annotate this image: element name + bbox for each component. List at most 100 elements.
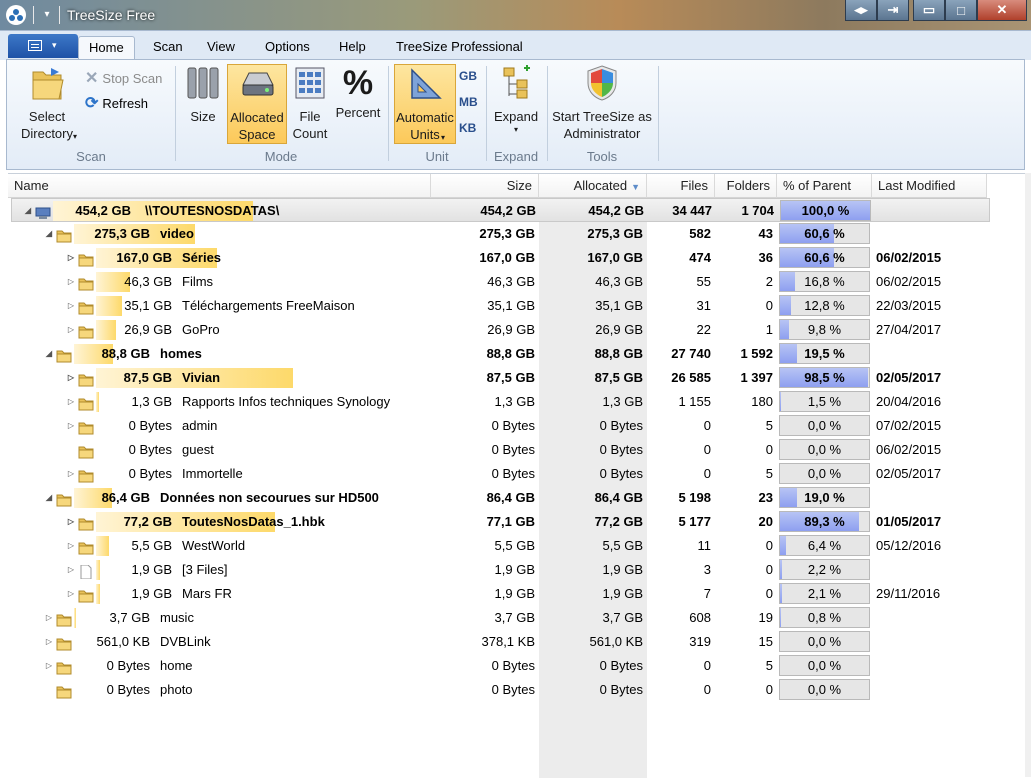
restore-layout-button[interactable]: ◂▸ xyxy=(845,0,877,21)
expand-triangle-icon[interactable]: ▷ xyxy=(66,462,76,486)
column-header-name[interactable]: Name xyxy=(8,174,431,198)
tab-options[interactable]: Options xyxy=(255,36,320,61)
file-menu-button[interactable]: ▾ xyxy=(8,34,78,58)
tree-row[interactable]: ▷ 561,0 KB DVBLink 378,1 KB 561,0 KB 319 15 0,0… xyxy=(8,630,1031,654)
expand-triangle-icon[interactable]: ▷ xyxy=(66,246,76,270)
collapse-triangle-icon[interactable]: ◢ xyxy=(23,199,33,223)
kb-unit-button[interactable]: KB xyxy=(459,121,476,135)
tree-row[interactable]: ▷ 1,9 GB Mars FR 1,9 GB 1,9 GB 7 0 2,1 % 29/11/2… xyxy=(8,582,1031,606)
tree-row[interactable]: 0 Bytes guest 0 Bytes 0 Bytes 0 0 0,0 % 06/02/2… xyxy=(8,438,1031,462)
row-size-label: 0 Bytes xyxy=(128,466,172,481)
select-directory-button[interactable]: Select Directory ▾ xyxy=(11,64,83,146)
expand-triangle-icon[interactable]: ▷ xyxy=(66,510,76,534)
size-mode-button[interactable]: Size xyxy=(181,64,225,146)
row-last-modified: 20/04/2016 xyxy=(876,394,942,409)
expand-triangle-icon[interactable]: ▷ xyxy=(66,366,76,390)
row-name: home xyxy=(160,658,193,673)
vertical-scrollbar[interactable] xyxy=(1025,173,1031,777)
tree-row[interactable]: ◢ 86,4 GB Données non secourues sur HD500 8… xyxy=(8,486,1031,510)
expand-triangle-icon[interactable]: ▷ xyxy=(66,390,76,414)
row-files: 0 xyxy=(703,418,711,433)
gb-unit-button[interactable]: GB xyxy=(459,69,477,83)
allocated-space-label: Allocated Space xyxy=(230,110,284,142)
row-size: 46,3 GB xyxy=(487,274,535,289)
column-header-folders[interactable]: Folders xyxy=(715,174,777,198)
tree-row[interactable]: ▷ 0 Bytes home 0 Bytes 0 Bytes 0 5 0,0 % xyxy=(8,654,1031,678)
tab-help[interactable]: Help xyxy=(329,36,376,61)
allocated-space-mode-button[interactable]: Allocated Space xyxy=(227,64,287,144)
row-folders: 0 xyxy=(765,682,773,697)
tree-row[interactable]: ▷ 5,5 GB WestWorld 5,5 GB 5,5 GB 11 0 6,4 % 05/1… xyxy=(8,534,1031,558)
collapse-triangle-icon[interactable]: ◢ xyxy=(44,342,54,366)
tree-row[interactable]: ▷ 167,0 GB Séries 167,0 GB 167,0 GB 474 36 60,6… xyxy=(8,246,1031,270)
maximize-button[interactable]: □ xyxy=(945,0,977,21)
folder-icon xyxy=(78,443,94,459)
row-folders: 0 xyxy=(765,586,773,601)
close-button[interactable]: ✕ xyxy=(977,0,1027,21)
expand-triangle-icon[interactable]: ▷ xyxy=(66,534,76,558)
quick-access-menu-icon[interactable]: ▾ xyxy=(40,6,54,24)
tab-scan[interactable]: Scan xyxy=(143,36,193,61)
tree-row[interactable]: ▷ 3,7 GB music 3,7 GB 3,7 GB 608 19 0,8 % xyxy=(8,606,1031,630)
tree-row[interactable]: ▷ 77,2 GB ToutesNosDatas_1.hbk 77,1 GB 77,2 … xyxy=(8,510,1031,534)
column-header-last-modified[interactable]: Last Modified xyxy=(872,174,987,198)
tab-treesize-professional[interactable]: TreeSize Professional xyxy=(386,36,533,61)
tree-row[interactable]: ▷ 0 Bytes admin 0 Bytes 0 Bytes 0 5 0,0 % 07/02/… xyxy=(8,414,1031,438)
column-header-size[interactable]: Size xyxy=(431,174,539,198)
row-files: 1 155 xyxy=(678,394,711,409)
tree-row[interactable]: ▷ 46,3 GB Films 46,3 GB 46,3 GB 55 2 16,8 % 06/0… xyxy=(8,270,1031,294)
expand-triangle-icon[interactable]: ▷ xyxy=(66,414,76,438)
treesize-app-icon[interactable] xyxy=(6,5,26,25)
tree-row[interactable]: ▷ 1,9 GB [3 Files] 1,9 GB 1,9 GB 3 0 2,2 % xyxy=(8,558,1031,582)
expand-triangle-icon[interactable]: ▷ xyxy=(44,654,54,678)
pct-parent-value: 0,0 % xyxy=(807,418,842,433)
row-allocated: 0 Bytes xyxy=(599,658,643,673)
stop-scan-button[interactable]: ✕ Stop Scan xyxy=(85,68,162,88)
expand-triangle-icon[interactable]: ▷ xyxy=(66,270,76,294)
quick-access-separator xyxy=(59,6,60,24)
tree-row[interactable]: ◢ 275,3 GB video 275,3 GB 275,3 GB 582 43 60,6 … xyxy=(8,222,1031,246)
tree-row[interactable]: ▷ 0 Bytes Immortelle 0 Bytes 0 Bytes 0 5 0,0 % 0… xyxy=(8,462,1031,486)
file-count-mode-button[interactable]: File Count xyxy=(289,64,331,146)
refresh-button[interactable]: ⟳ Refresh xyxy=(85,93,148,113)
mb-unit-button[interactable]: MB xyxy=(459,95,478,109)
collapse-triangle-icon[interactable]: ◢ xyxy=(44,222,54,246)
pct-parent-cell: 0,0 % xyxy=(779,655,870,676)
tree-row[interactable]: 0 Bytes photo 0 Bytes 0 Bytes 0 0 0,0 % xyxy=(8,678,1031,702)
expand-triangle-icon[interactable]: ▷ xyxy=(66,294,76,318)
tree-row[interactable]: ▷ 1,3 GB Rapports Infos techniques Synolog… xyxy=(8,390,1031,414)
tree-row[interactable]: ▷ 26,9 GB GoPro 26,9 GB 26,9 GB 22 1 9,8 % 27/04… xyxy=(8,318,1031,342)
row-name: WestWorld xyxy=(182,538,246,553)
row-name: Films xyxy=(182,274,214,289)
automatic-units-button[interactable]: Automatic Units ▾ xyxy=(394,64,456,144)
tab-view[interactable]: View xyxy=(197,36,245,61)
collapse-triangle-icon[interactable]: ◢ xyxy=(44,486,54,510)
export-button[interactable]: ⇥ xyxy=(877,0,909,21)
expand-triangle-icon[interactable]: ▷ xyxy=(66,318,76,342)
expand-button[interactable]: Expand ▾ xyxy=(491,64,541,146)
folder-tree-grid[interactable]: Name Size Allocated ▼ Files Folders % of … xyxy=(8,173,1031,778)
row-files: 582 xyxy=(689,226,711,241)
column-header-pct-parent[interactable]: % of Parent ... xyxy=(777,174,872,217)
start-as-administrator-button[interactable]: Start TreeSize as Administrator xyxy=(551,64,653,146)
pct-parent-cell: 1,5 % xyxy=(779,391,870,412)
expand-triangle-icon[interactable]: ▷ xyxy=(66,582,76,606)
chevron-down-icon: ▾ xyxy=(52,40,57,50)
column-header-files[interactable]: Files xyxy=(647,174,715,198)
tree-row[interactable]: ◢ 454,2 GB \\TOUTESNOSDATAS\ 454,2 GB 454,2 … xyxy=(11,198,990,222)
tab-home[interactable]: Home xyxy=(78,36,135,61)
percent-mode-button[interactable]: % Percent xyxy=(333,64,383,146)
row-name: DVBLink xyxy=(160,634,211,649)
minimize-button[interactable]: ▭ xyxy=(913,0,945,21)
folder-open-icon xyxy=(32,68,64,100)
expand-triangle-icon[interactable]: ▷ xyxy=(66,558,76,582)
tree-row[interactable]: ▷ 35,1 GB Téléchargements FreeMaison 35,1 G… xyxy=(8,294,1031,318)
tree-row[interactable]: ◢ 88,8 GB homes 88,8 GB 88,8 GB 27 740 1 592 19… xyxy=(8,342,1031,366)
expand-triangle-icon[interactable]: ▷ xyxy=(44,630,54,654)
pct-parent-value: 1,5 % xyxy=(807,394,842,409)
row-folders: 180 xyxy=(751,394,773,409)
expand-triangle-icon[interactable]: ▷ xyxy=(44,606,54,630)
row-name: [3 Files] xyxy=(182,562,228,577)
column-header-allocated[interactable]: Allocated ▼ xyxy=(539,174,647,198)
tree-row[interactable]: ▷ 87,5 GB Vivian 87,5 GB 87,5 GB 26 585 1 397 9… xyxy=(8,366,1031,390)
